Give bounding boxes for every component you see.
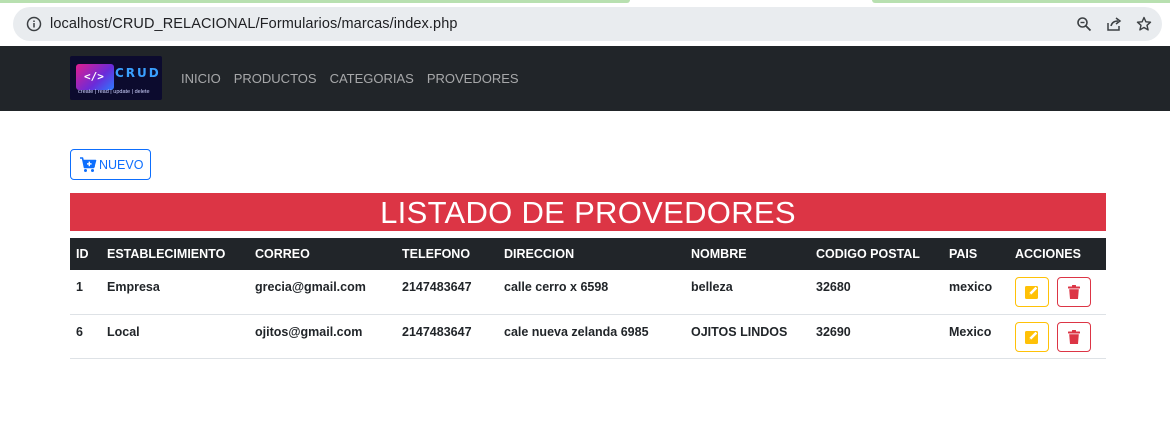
cell-id: 1	[70, 270, 101, 315]
header-pais: PAIS	[943, 238, 1009, 270]
nav-link-provedores[interactable]: PROVEDORES	[427, 71, 519, 86]
logo-subtitle: create | read | update | delete	[78, 89, 150, 95]
cell-direccion: calle cerro x 6598	[498, 270, 685, 315]
edit-icon	[1025, 330, 1038, 344]
header-direccion: DIRECCION	[498, 238, 685, 270]
code-icon: </>	[76, 64, 114, 90]
table-body: 1 Empresa grecia@gmail.com 2147483647 ca…	[70, 270, 1106, 359]
cell-id: 6	[70, 314, 101, 359]
crud-logo[interactable]: </> CRUD create | read | update | delete	[70, 56, 162, 100]
cell-establecimiento: Local	[101, 314, 249, 359]
nav-link-categorias[interactable]: CATEGORIAS	[330, 71, 414, 86]
edit-button[interactable]	[1015, 321, 1049, 352]
cart-plus-icon	[80, 156, 97, 172]
cell-telefono: 2147483647	[396, 270, 498, 315]
providers-table: ID ESTABLECIMIENTO CORREO TELEFONO DIREC…	[70, 238, 1106, 359]
cell-nombre: OJITOS LINDOS	[685, 314, 810, 359]
table-row: 6 Local ojitos@gmail.com 2147483647 cale…	[70, 314, 1106, 359]
new-button-label: NUEVO	[99, 157, 144, 172]
cell-codigo-postal: 32690	[810, 314, 943, 359]
browser-toolbar: localhost/CRUD_RELACIONAL/Formularios/ma…	[0, 0, 1170, 46]
trash-icon	[1068, 329, 1080, 344]
cell-codigo-postal: 32680	[810, 270, 943, 315]
cell-correo: grecia@gmail.com	[249, 270, 396, 315]
tab-strip	[0, 0, 630, 3]
logo-title: CRUD	[115, 66, 161, 80]
header-nombre: NOMBRE	[685, 238, 810, 270]
delete-button[interactable]	[1057, 321, 1091, 352]
logo-code: </>	[84, 70, 104, 83]
info-icon[interactable]	[26, 16, 42, 32]
nav-links: INICIO PRODUCTOS CATEGORIAS PROVEDORES	[181, 46, 519, 111]
star-icon[interactable]	[1136, 16, 1152, 32]
share-icon[interactable]	[1106, 16, 1122, 32]
header-establecimiento: ESTABLECIMIENTO	[101, 238, 249, 270]
nav-link-productos[interactable]: PRODUCTOS	[234, 71, 317, 86]
row-actions	[1015, 277, 1100, 307]
zoom-icon[interactable]	[1076, 16, 1092, 32]
header-id: ID	[70, 238, 101, 270]
cell-establecimiento: Empresa	[101, 270, 249, 315]
header-codigo-postal: CODIGO POSTAL	[810, 238, 943, 270]
cell-pais: mexico	[943, 270, 1009, 315]
table-header-row: ID ESTABLECIMIENTO CORREO TELEFONO DIREC…	[70, 238, 1106, 270]
edit-icon	[1025, 286, 1038, 299]
header-correo: CORREO	[249, 238, 396, 270]
cell-telefono: 2147483647	[396, 314, 498, 359]
header-acciones: ACCIONES	[1009, 238, 1106, 270]
cell-nombre: belleza	[685, 270, 810, 315]
address-bar[interactable]: localhost/CRUD_RELACIONAL/Formularios/ma…	[13, 7, 1162, 41]
cell-pais: Mexico	[943, 314, 1009, 359]
tab-strip	[872, 0, 1170, 3]
edit-button[interactable]	[1015, 277, 1049, 307]
main-navbar: </> CRUD create | read | update | delete…	[0, 46, 1170, 111]
trash-icon	[1068, 285, 1080, 299]
page-title: LISTADO DE PROVEDORES	[70, 193, 1106, 231]
url-text[interactable]: localhost/CRUD_RELACIONAL/Formularios/ma…	[50, 16, 458, 32]
address-bar-actions	[1076, 7, 1152, 41]
delete-button[interactable]	[1057, 277, 1091, 307]
cell-direccion: cale nueva zelanda 6985	[498, 314, 685, 359]
table-row: 1 Empresa grecia@gmail.com 2147483647 ca…	[70, 270, 1106, 315]
row-actions	[1015, 321, 1100, 352]
cell-acciones	[1009, 314, 1106, 359]
header-telefono: TELEFONO	[396, 238, 498, 270]
new-button[interactable]: NUEVO	[70, 149, 151, 180]
nav-link-inicio[interactable]: INICIO	[181, 71, 221, 86]
table-header: ID ESTABLECIMIENTO CORREO TELEFONO DIREC…	[70, 238, 1106, 270]
cell-acciones	[1009, 270, 1106, 315]
cell-correo: ojitos@gmail.com	[249, 314, 396, 359]
